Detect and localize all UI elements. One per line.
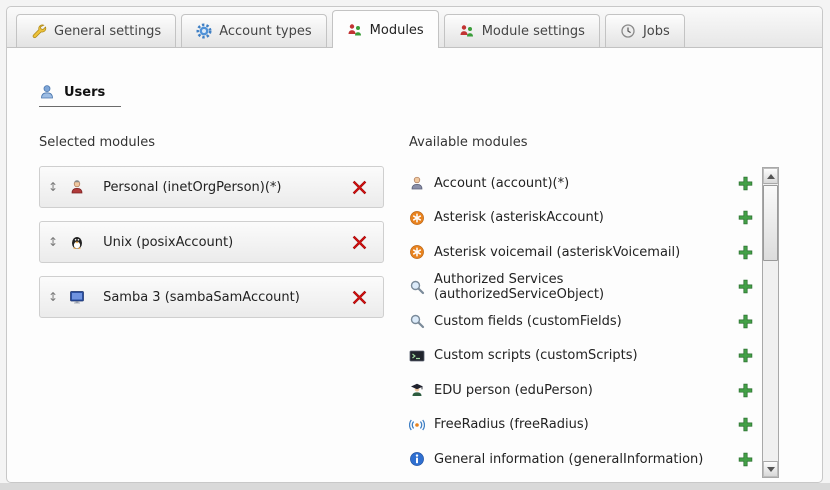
add-plus-icon: [738, 452, 753, 467]
personal-module-icon: [69, 179, 85, 195]
tab-jobs[interactable]: Jobs: [605, 14, 685, 47]
add-plus-icon: [738, 279, 753, 294]
graduate-icon: [409, 382, 425, 398]
scrollbar-up-button[interactable]: [763, 168, 778, 184]
selected-module-unix[interactable]: ↕ Unix (posixAccount): [39, 221, 384, 263]
add-module-button[interactable]: [737, 244, 753, 260]
page-bottom-strip: [0, 483, 830, 490]
add-module-button[interactable]: [737, 313, 753, 329]
arrow-up-icon: [767, 174, 775, 179]
scrollbar-down-button[interactable]: [763, 461, 778, 477]
tab-account-types[interactable]: Account types: [181, 14, 326, 47]
arrow-down-icon: [767, 467, 775, 472]
gear-badge-icon: [196, 23, 212, 39]
add-plus-icon: [738, 417, 753, 432]
modules-icon: [347, 22, 363, 38]
available-module-edu-person: EDU person (eduPerson): [409, 373, 754, 408]
magnifier-icon: [409, 313, 425, 329]
selected-module-samba[interactable]: ↕ Samba 3 (sambaSamAccount): [39, 276, 384, 318]
terminal-icon: [409, 348, 425, 364]
tab-label: Module settings: [482, 24, 585, 39]
available-modules-column: Available modules Account (account)(*): [409, 135, 822, 478]
available-module-asterisk: Asterisk (asteriskAccount): [409, 201, 754, 236]
add-module-button[interactable]: [737, 210, 753, 226]
module-name: Asterisk voicemail (asteriskVoicemail): [434, 245, 680, 260]
delete-x-icon: [352, 180, 367, 195]
remove-module-button[interactable]: [351, 289, 367, 305]
available-modules-scrollbar[interactable]: [762, 167, 779, 478]
selected-modules-label: Selected modules: [39, 135, 409, 150]
selected-modules-column: Selected modules ↕ Personal (inetOrgPers…: [39, 135, 409, 478]
wireless-signal-icon: [409, 417, 425, 433]
tab-module-settings[interactable]: Module settings: [444, 14, 600, 47]
drag-handle-icon[interactable]: ↕: [48, 235, 58, 249]
add-plus-icon: [738, 176, 753, 191]
module-name: General information (generalInformation): [434, 452, 703, 467]
add-plus-icon: [738, 314, 753, 329]
drag-handle-icon[interactable]: ↕: [48, 290, 58, 304]
unix-tux-icon: [69, 234, 85, 250]
available-module-custom-fields: Custom fields (customFields): [409, 304, 754, 339]
add-plus-icon: [738, 210, 753, 225]
users-section-heading: Users: [39, 84, 121, 107]
module-name: EDU person (eduPerson): [434, 383, 593, 398]
available-module-custom-scripts: Custom scripts (customScripts): [409, 339, 754, 374]
available-module-authorized-services: Authorized Services (authorizedServiceOb…: [409, 270, 754, 305]
available-modules-label: Available modules: [409, 135, 822, 150]
module-name: Unix (posixAccount): [103, 235, 233, 250]
tab-general-settings[interactable]: General settings: [16, 14, 176, 47]
user-icon: [39, 84, 55, 100]
available-modules-list: Account (account)(*) Asterisk: [409, 166, 754, 477]
asterisk-module-icon: [409, 210, 425, 226]
module-name: Authorized Services (authorizedServiceOb…: [434, 272, 737, 302]
available-module-account: Account (account)(*): [409, 166, 754, 201]
tab-bar: General settings Account types Modules M…: [7, 7, 822, 48]
add-plus-icon: [738, 348, 753, 363]
module-name: Personal (inetOrgPerson)(*): [103, 180, 281, 195]
tab-label: General settings: [54, 24, 161, 39]
module-columns: Selected modules ↕ Personal (inetOrgPers…: [39, 135, 822, 478]
available-module-general-information: General information (generalInformation): [409, 442, 754, 477]
info-icon: [409, 451, 425, 467]
delete-x-icon: [352, 235, 367, 250]
available-module-freeradius: FreeRadius (freeRadius): [409, 408, 754, 443]
add-plus-icon: [738, 245, 753, 260]
remove-module-button[interactable]: [351, 234, 367, 250]
add-module-button[interactable]: [737, 279, 753, 295]
module-name: Samba 3 (sambaSamAccount): [103, 290, 300, 305]
drag-handle-icon[interactable]: ↕: [48, 180, 58, 194]
scrollbar-track[interactable]: [763, 184, 778, 461]
add-module-button[interactable]: [737, 451, 753, 467]
available-modules-listwrap: Account (account)(*) Asterisk: [409, 166, 822, 478]
remove-module-button[interactable]: [351, 179, 367, 195]
scrollbar-thumb[interactable]: [763, 185, 778, 261]
tab-modules[interactable]: Modules: [332, 10, 439, 48]
module-settings-icon: [459, 23, 475, 39]
module-name: Asterisk (asteriskAccount): [434, 210, 604, 225]
module-name: Custom scripts (customScripts): [434, 348, 638, 363]
module-name: Custom fields (customFields): [434, 314, 622, 329]
add-module-button[interactable]: [737, 175, 753, 191]
tab-label: Jobs: [643, 24, 670, 39]
add-module-button[interactable]: [737, 348, 753, 364]
add-plus-icon: [738, 383, 753, 398]
delete-x-icon: [352, 290, 367, 305]
add-module-button[interactable]: [737, 417, 753, 433]
add-module-button[interactable]: [737, 382, 753, 398]
module-name: Account (account)(*): [434, 176, 569, 191]
section-title: Users: [64, 85, 105, 100]
asterisk-voicemail-icon: [409, 244, 425, 260]
magnifier-icon: [409, 279, 425, 295]
samba-module-icon: [69, 289, 85, 305]
tab-label: Modules: [370, 23, 424, 38]
module-name: FreeRadius (freeRadius): [434, 417, 589, 432]
tab-label: Account types: [219, 24, 311, 39]
clock-icon: [620, 23, 636, 39]
wrench-icon: [31, 23, 47, 39]
tabs-widget: General settings Account types Modules M…: [6, 6, 823, 483]
available-module-asterisk-voicemail: Asterisk voicemail (asteriskVoicemail): [409, 235, 754, 270]
selected-module-personal[interactable]: ↕ Personal (inetOrgPerson)(*): [39, 166, 384, 208]
account-module-icon: [409, 175, 425, 191]
modules-panel: Users Selected modules ↕ Personal (inetO…: [7, 48, 822, 478]
